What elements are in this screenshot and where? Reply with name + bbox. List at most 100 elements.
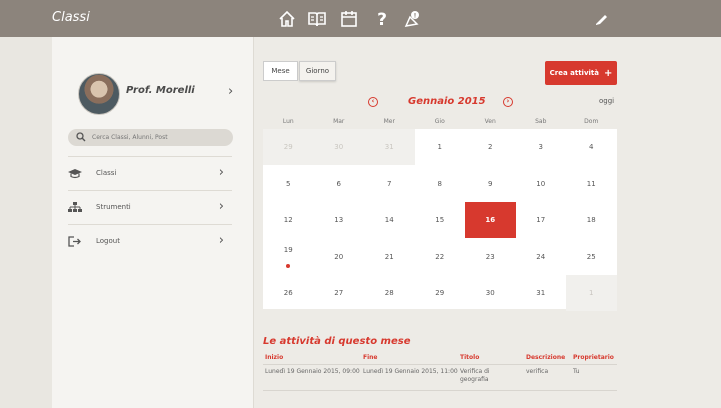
calendar-day[interactable]: 1	[566, 275, 617, 311]
calendar-day-number: 26	[283, 289, 293, 297]
column-header: Proprietario	[573, 354, 614, 361]
weekday-label: Sab	[535, 118, 547, 125]
plus-icon: +	[603, 67, 613, 79]
book-icon[interactable]	[305, 7, 329, 31]
weekday-label: Mar	[333, 118, 345, 125]
calendar-day[interactable]: 7	[364, 166, 415, 202]
calendar-day[interactable]: 2	[465, 129, 516, 165]
chevron-right-icon: ›	[218, 199, 224, 214]
profile-link[interactable]: Prof. Morelli ›	[78, 73, 238, 115]
weekday-label: Mer	[383, 118, 395, 125]
calendar-day[interactable]: 24	[516, 239, 567, 275]
home-icon[interactable]	[275, 7, 299, 31]
previous-month-icon[interactable]: ‹	[368, 97, 378, 107]
create-activity-label: Crea attività	[549, 69, 599, 77]
calendar-day[interactable]: 21	[364, 239, 415, 275]
calendar-day[interactable]: 31	[516, 275, 567, 311]
tab-mese[interactable]: Mese	[263, 61, 298, 81]
search-icon	[76, 132, 86, 142]
svg-text:!: !	[414, 13, 417, 20]
calendar-day[interactable]: 12	[263, 202, 314, 238]
calendar-day[interactable]: 18	[566, 202, 617, 238]
search-input[interactable]	[92, 130, 227, 144]
calendar-day[interactable]: 31	[364, 129, 415, 165]
help-icon[interactable]: ?	[370, 7, 394, 31]
search-box[interactable]	[68, 129, 233, 146]
weekday-label: Gio	[434, 118, 445, 125]
weekday-header: Lun Mar Mer Gio Ven Sab Dom	[263, 118, 617, 128]
calendar-icon[interactable]	[337, 7, 361, 31]
calendar-day[interactable]: 25	[566, 239, 617, 275]
weekday-label: Ven	[484, 118, 496, 125]
calendar-day[interactable]: 30	[465, 275, 516, 311]
calendar-day-number: 1	[437, 143, 442, 151]
calendar-day-number: 29	[283, 143, 293, 151]
table-cell: Lunedì 19 Gennaio 2015, 11:00	[363, 368, 458, 375]
month-navigator: ‹ Gennaio 2015 ›	[368, 96, 513, 110]
calendar-day[interactable]: 10	[516, 166, 567, 202]
calendar-day-number: 28	[384, 289, 394, 297]
activities-title: Le attività di questo mese	[263, 336, 411, 347]
pencil-icon[interactable]	[589, 7, 613, 31]
sidebar-item-label: Classi	[96, 169, 117, 177]
calendar-day-number: 22	[435, 252, 445, 261]
calendar-day[interactable]: 8	[415, 166, 466, 202]
calendar-day[interactable]: 4	[566, 129, 617, 165]
month-title: Gennaio 2015	[408, 96, 486, 107]
today-link[interactable]: oggi	[599, 97, 614, 105]
calendar-day[interactable]: 28	[364, 275, 415, 311]
calendar-day[interactable]: 26	[263, 275, 314, 311]
app-title: Classi	[52, 10, 90, 25]
table-cell: Verifica di geografia	[460, 368, 490, 383]
svg-text:?: ?	[377, 10, 387, 29]
calendar-day-number: 11	[586, 179, 596, 188]
calendar-day[interactable]: 23	[465, 239, 516, 275]
next-month-icon[interactable]: ›	[503, 97, 513, 107]
calendar-day[interactable]: 6	[314, 166, 365, 202]
calendar-day-number: 9	[488, 179, 493, 188]
calendar-day-number: 10	[536, 179, 546, 188]
calendar-day[interactable]: 19	[263, 239, 314, 275]
calendar-day[interactable]: 5	[263, 166, 314, 202]
month-calendar: 29 30 31 1 2 3 4 5 6 7 8 9 10 11 12 13 14 15 16 17 18 19 20 21 2…	[263, 129, 617, 311]
tab-giorno[interactable]: Giorno	[299, 61, 336, 81]
sidebar-item-strumenti[interactable]: Strumenti ›	[68, 190, 232, 224]
create-activity-button[interactable]: Crea attività +	[545, 61, 617, 85]
badge-icon[interactable]: !	[400, 7, 424, 31]
chevron-right-icon: ›	[218, 165, 224, 180]
calendar-day[interactable]: 3	[516, 129, 567, 165]
table-cell: verifica	[526, 368, 549, 375]
sidebar-item-classi[interactable]: Classi ›	[68, 156, 232, 190]
calendar-day[interactable]: 9	[465, 166, 516, 202]
calendar-day-number: 6	[336, 179, 341, 188]
calendar-day-number: 29	[435, 289, 445, 297]
calendar-day[interactable]: 15	[415, 202, 466, 238]
chevron-right-icon: ›	[218, 233, 224, 248]
calendar-day[interactable]: 27	[314, 275, 365, 311]
table-row[interactable]: Lunedì 19 Gennaio 2015, 09:00 Lunedì 19 …	[263, 366, 617, 391]
calendar-day-number: 23	[485, 252, 495, 261]
calendar-day-number: 8	[437, 179, 442, 188]
calendar-day-number: 15	[435, 216, 445, 224]
calendar-day[interactable]: 30	[313, 129, 364, 165]
calendar-day[interactable]: 29	[263, 129, 314, 165]
calendar-day[interactable]: 14	[364, 202, 415, 238]
calendar-day[interactable]: 29	[415, 275, 466, 311]
column-header: Fine	[363, 354, 378, 361]
calendar-day-number: 4	[589, 143, 594, 151]
calendar-day[interactable]: 13	[314, 202, 365, 238]
calendar-day[interactable]: 11	[566, 166, 617, 202]
table-cell: Tu	[573, 368, 580, 375]
sidebar-item-logout[interactable]: Logout ›	[68, 224, 232, 258]
calendar-day[interactable]: 1	[415, 129, 466, 165]
calendar-day-number: 3	[538, 143, 543, 151]
calendar-day-number: 24	[536, 252, 546, 261]
calendar-day-number: 18	[586, 216, 596, 224]
calendar-day[interactable]: 20	[314, 239, 365, 275]
calendar-day-number: 30	[334, 143, 344, 151]
table-header: Inizio Fine Titolo Descrizione Proprieta…	[263, 354, 617, 365]
calendar-day[interactable]: 16	[465, 202, 516, 238]
calendar-day[interactable]: 22	[415, 239, 466, 275]
calendar-day-number: 31	[384, 143, 394, 151]
calendar-day[interactable]: 17	[516, 202, 567, 238]
